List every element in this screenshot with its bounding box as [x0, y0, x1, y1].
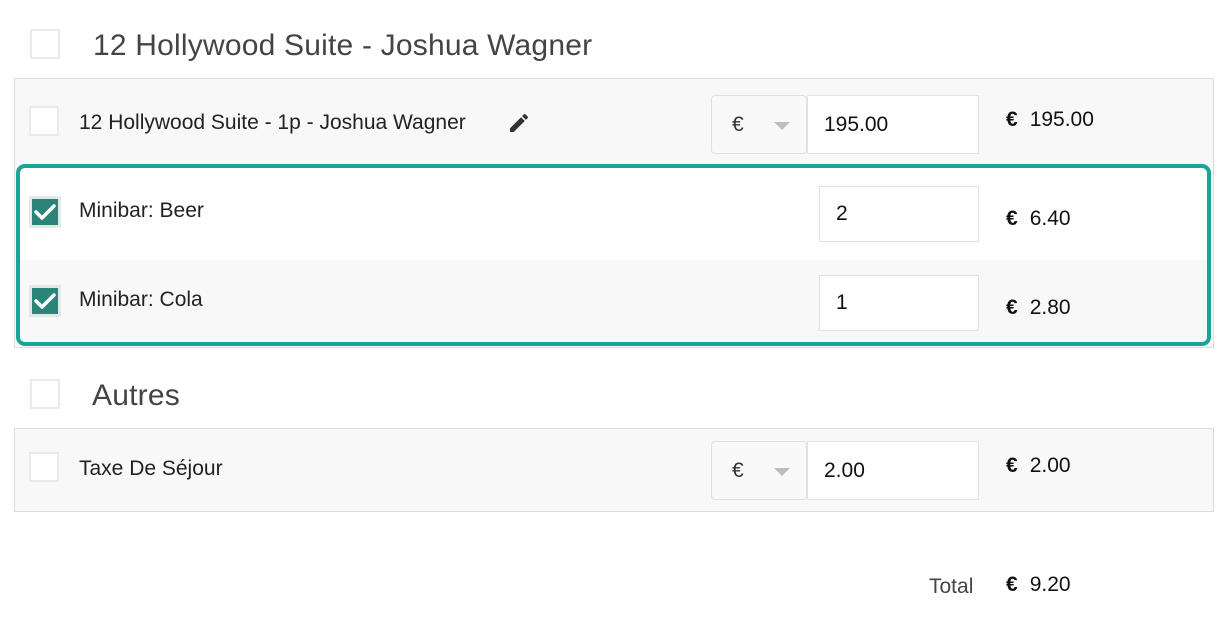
amount-value: 2.80 — [1029, 296, 1071, 319]
price-input[interactable]: 195.00 — [807, 95, 979, 154]
currency-symbol: € — [1006, 296, 1018, 319]
caret-down-icon — [774, 122, 790, 130]
currency-symbol: € — [1006, 207, 1018, 230]
item-amount: €2.80 — [1006, 296, 1071, 320]
currency-select[interactable]: € — [711, 95, 807, 154]
group-select-checkbox[interactable] — [30, 29, 60, 59]
amount-value: 9.20 — [1029, 573, 1071, 596]
line-amount: €2.00 — [1006, 454, 1071, 478]
caret-down-icon — [774, 468, 790, 476]
currency-select[interactable]: € — [711, 441, 807, 500]
row-select-checkbox[interactable] — [29, 106, 59, 136]
room-line-label: 12 Hollywood Suite - 1p - Joshua Wagner — [79, 111, 466, 134]
quantity-input[interactable]: 1 — [819, 275, 979, 331]
item-checkbox-cola[interactable] — [29, 285, 61, 317]
currency-select-value: € — [732, 113, 744, 136]
total-amount: €9.20 — [1006, 573, 1071, 597]
currency-symbol: € — [1006, 454, 1018, 477]
price-input[interactable]: 2.00 — [807, 441, 979, 500]
item-checkbox-beer[interactable] — [29, 196, 61, 228]
item-label: Minibar: Beer — [79, 199, 204, 222]
row-select-checkbox[interactable] — [29, 452, 59, 482]
line-amount: €195.00 — [1006, 108, 1094, 132]
checkmark-icon — [34, 293, 56, 309]
item-label: Minibar: Cola — [79, 288, 203, 311]
checkmark-icon — [34, 204, 56, 220]
amount-value: 2.00 — [1029, 454, 1071, 477]
group-select-checkbox[interactable] — [30, 379, 60, 409]
total-label: Total — [929, 575, 974, 598]
item-amount: €6.40 — [1006, 207, 1071, 231]
group-title: Autres — [92, 379, 180, 412]
tax-line-label: Taxe De Séjour — [79, 457, 223, 480]
group-title: 12 Hollywood Suite - Joshua Wagner — [93, 29, 593, 62]
quantity-input[interactable]: 2 — [819, 186, 979, 242]
currency-symbol: € — [1006, 108, 1018, 131]
amount-value: 6.40 — [1029, 207, 1071, 230]
currency-select-value: € — [732, 459, 744, 482]
pencil-icon[interactable] — [507, 111, 531, 135]
amount-value: 195.00 — [1029, 108, 1094, 131]
currency-symbol: € — [1006, 573, 1018, 596]
